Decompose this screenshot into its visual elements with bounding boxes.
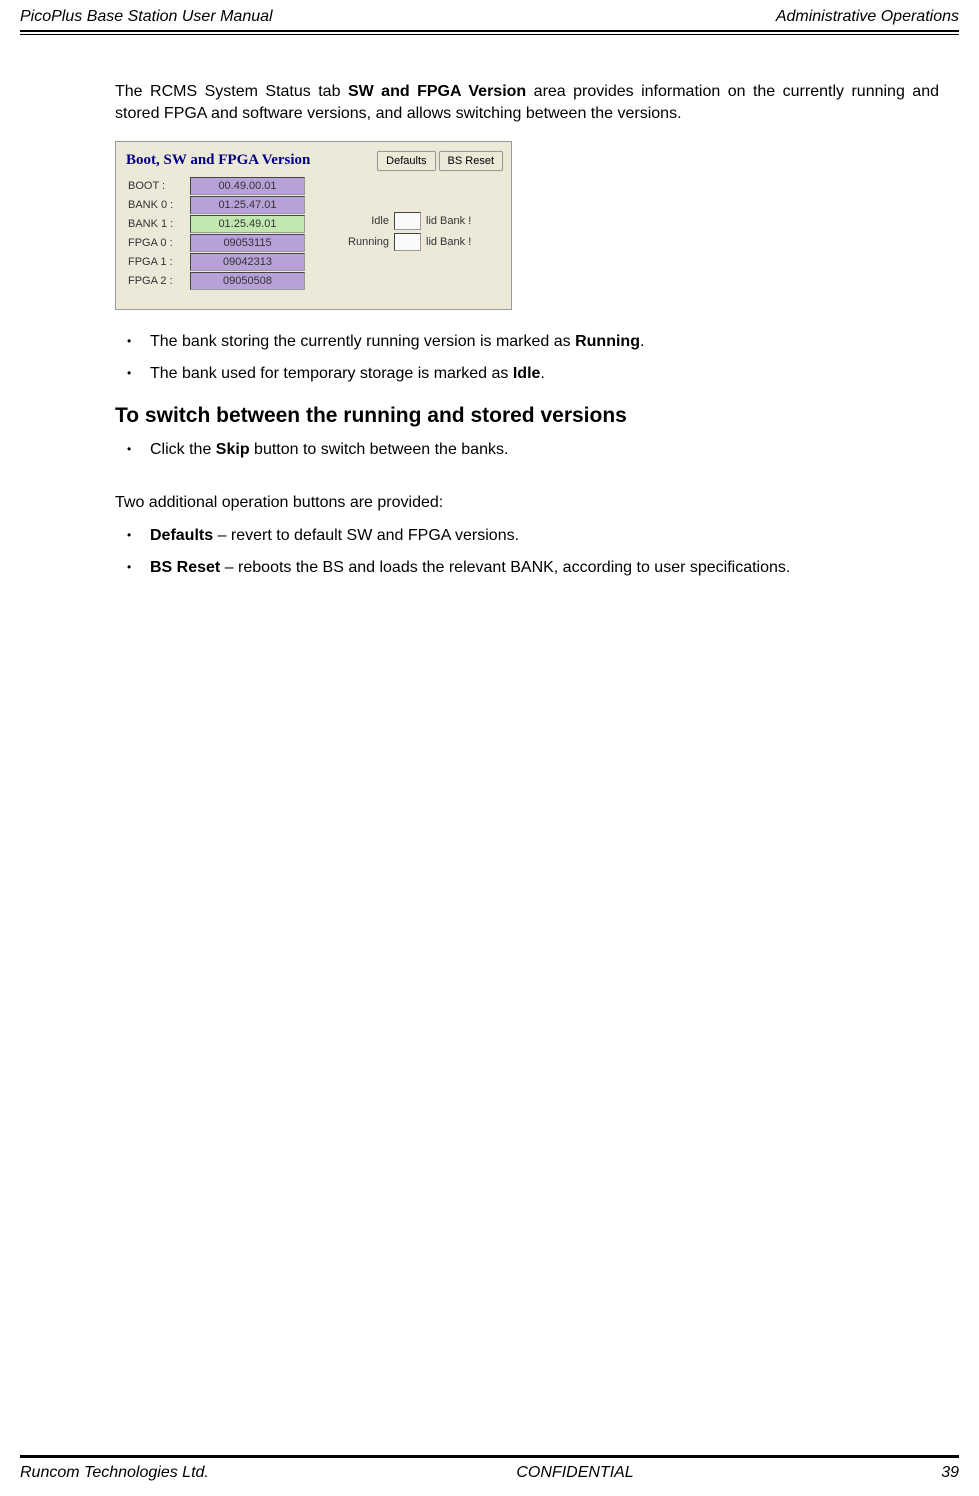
version-value-bank1: 01.25.49.01 [190, 215, 305, 233]
li-post: . [540, 365, 544, 382]
version-row-fpga1: FPGA 1 : 09042313 [124, 253, 503, 271]
version-label: BANK 1 : [124, 218, 190, 230]
footer-center: CONFIDENTIAL [516, 1464, 633, 1482]
li-pre: The bank storing the currently running v… [150, 333, 575, 350]
list-item: The bank used for temporary storage is m… [145, 362, 939, 386]
defaults-button[interactable]: Defaults [377, 151, 435, 171]
bullet-list-3: Defaults – revert to default SW and FPGA… [115, 524, 939, 580]
status-text: lid Bank ! [426, 215, 471, 227]
header-left: PicoPlus Base Station User Manual [20, 8, 273, 26]
li-post: . [640, 333, 644, 350]
footer-right: 39 [941, 1464, 959, 1482]
status-text: lid Bank ! [426, 236, 471, 248]
status-area: Idle lid Bank ! Running lid Bank ! [341, 209, 471, 254]
status-row-running: Running lid Bank ! [341, 233, 471, 251]
li-bold: BS Reset [150, 559, 220, 576]
version-value-fpga2: 09050508 [190, 272, 305, 290]
version-label: BANK 0 : [124, 199, 190, 211]
intro-bold: SW and FPGA Version [348, 83, 526, 100]
status-label-idle: Idle [341, 215, 394, 227]
version-value-bank0: 01.25.47.01 [190, 196, 305, 214]
section-heading: To switch between the running and stored… [115, 404, 939, 428]
header-right: Administrative Operations [776, 8, 959, 26]
version-row-fpga2: FPGA 2 : 09050508 [124, 272, 503, 290]
li-bold: Skip [216, 441, 250, 458]
li-bold: Defaults [150, 527, 213, 544]
status-row-idle: Idle lid Bank ! [341, 212, 471, 230]
version-label: FPGA 1 : [124, 256, 190, 268]
version-label: FPGA 2 : [124, 275, 190, 287]
footer-rule-thick [20, 1456, 959, 1458]
status-box [394, 212, 421, 230]
version-label: FPGA 0 : [124, 237, 190, 249]
li-post: – revert to default SW and FPGA versions… [213, 527, 519, 544]
version-label: BOOT : [124, 180, 190, 192]
li-pre: The bank used for temporary storage is m… [150, 365, 513, 382]
version-value-boot: 00.49.00.01 [190, 177, 305, 195]
version-row-boot: BOOT : 00.49.00.01 [124, 177, 503, 195]
bs-reset-button[interactable]: BS Reset [439, 151, 503, 171]
paragraph-2: Two additional operation buttons are pro… [115, 492, 939, 514]
version-value-fpga1: 09042313 [190, 253, 305, 271]
footer-left: Runcom Technologies Ltd. [20, 1464, 209, 1482]
li-post: button to switch between the banks. [250, 441, 509, 458]
bullet-list-2: Click the Skip button to switch between … [115, 438, 939, 462]
header-rule-thick [20, 30, 959, 32]
version-panel: Defaults BS Reset Boot, SW and FPGA Vers… [115, 141, 512, 310]
list-item: BS Reset – reboots the BS and loads the … [145, 556, 939, 580]
li-pre: Click the [150, 441, 216, 458]
li-post: – reboots the BS and loads the relevant … [220, 559, 790, 576]
list-item: The bank storing the currently running v… [145, 330, 939, 354]
status-box [394, 233, 421, 251]
bullet-list-1: The bank storing the currently running v… [115, 330, 939, 386]
li-bold: Running [575, 333, 640, 350]
intro-paragraph: The RCMS System Status tab SW and FPGA V… [115, 81, 939, 126]
status-label-running: Running [341, 236, 394, 248]
list-item: Defaults – revert to default SW and FPGA… [145, 524, 939, 548]
list-item: Click the Skip button to switch between … [145, 438, 939, 462]
intro-pre: The RCMS System Status tab [115, 83, 348, 100]
li-bold: Idle [513, 365, 541, 382]
version-value-fpga0: 09053115 [190, 234, 305, 252]
